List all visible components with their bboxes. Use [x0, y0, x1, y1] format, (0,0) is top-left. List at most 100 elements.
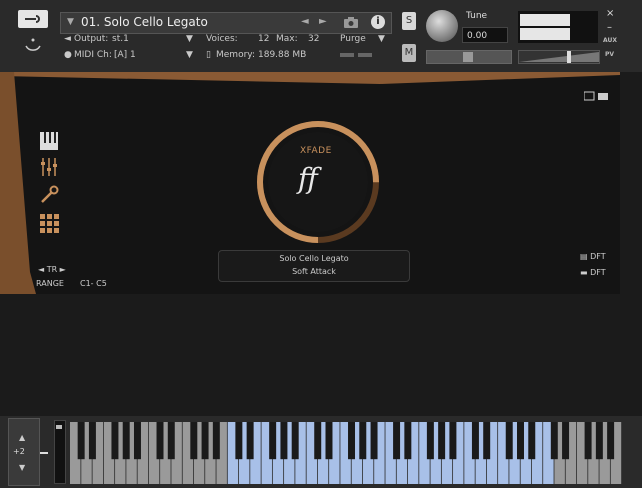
- black-key[interactable]: [505, 422, 513, 460]
- black-key[interactable]: [471, 422, 479, 460]
- black-key[interactable]: [426, 422, 434, 460]
- black-key[interactable]: [595, 422, 603, 460]
- range-value: C1- C5: [80, 279, 107, 288]
- black-key[interactable]: [133, 422, 141, 460]
- memory-value: 189.88 MB: [258, 50, 307, 60]
- purge-dropdown-icon[interactable]: ▼: [378, 34, 385, 44]
- black-key[interactable]: [370, 422, 378, 460]
- black-key[interactable]: [325, 422, 333, 460]
- dft-label-1: DFT: [590, 252, 606, 261]
- wood-trim: [0, 72, 620, 84]
- black-key[interactable]: [77, 422, 85, 460]
- save-default-button[interactable]: ▤ DFT: [580, 252, 606, 261]
- black-key[interactable]: [404, 422, 412, 460]
- keys-icon[interactable]: [38, 130, 60, 152]
- black-key[interactable]: [528, 422, 536, 460]
- view-icons[interactable]: [584, 90, 610, 102]
- black-key[interactable]: [156, 422, 164, 460]
- black-key[interactable]: [235, 422, 243, 460]
- black-key[interactable]: [562, 422, 570, 460]
- xfade-knob[interactable]: [256, 120, 380, 244]
- tune-label: Tune: [466, 11, 488, 21]
- minimize-button[interactable]: –: [607, 22, 612, 33]
- mixer-icon[interactable]: [38, 156, 60, 178]
- memory-icon: ▯: [206, 50, 211, 60]
- piano-keyboard[interactable]: [70, 422, 622, 484]
- black-key[interactable]: [359, 422, 367, 460]
- pv-button[interactable]: PV: [605, 51, 614, 58]
- purge-button[interactable]: Purge: [340, 34, 366, 44]
- max-label: Max:: [276, 34, 298, 44]
- black-key[interactable]: [201, 422, 209, 460]
- grid-icon[interactable]: [38, 212, 60, 234]
- black-key[interactable]: [393, 422, 401, 460]
- transpose-selector[interactable]: ◄ TR ►: [38, 265, 66, 274]
- prev-instrument-icon[interactable]: ◄: [301, 16, 309, 27]
- tune-value[interactable]: 0.00: [462, 27, 508, 43]
- dynamic-marking: ff: [298, 162, 318, 195]
- dft-label-2: DFT: [590, 268, 606, 277]
- mod-wheel-indicator: [40, 452, 48, 454]
- close-button[interactable]: ×: [606, 8, 614, 19]
- midi-icon: ●: [64, 50, 72, 60]
- volume-slider[interactable]: [518, 50, 600, 64]
- mute-button[interactable]: M: [402, 44, 416, 62]
- black-key[interactable]: [314, 422, 322, 460]
- next-instrument-icon[interactable]: ►: [319, 16, 327, 27]
- octave-value: +2: [13, 447, 25, 456]
- black-key[interactable]: [269, 422, 277, 460]
- black-key[interactable]: [246, 422, 254, 460]
- black-key[interactable]: [517, 422, 524, 460]
- max-value[interactable]: 32: [308, 34, 319, 44]
- black-key[interactable]: [449, 422, 457, 460]
- black-key[interactable]: [438, 422, 446, 460]
- save-icon: ▤: [580, 252, 591, 261]
- solo-button[interactable]: S: [402, 12, 416, 30]
- black-key[interactable]: [280, 422, 288, 460]
- black-key[interactable]: [483, 422, 491, 460]
- xfade-label: XFADE: [300, 146, 332, 156]
- collapse-icon[interactable]: [22, 36, 44, 58]
- octave-selector[interactable]: ▲ +2 ▼: [8, 418, 40, 486]
- black-key[interactable]: [167, 422, 175, 460]
- aux-button[interactable]: AUX: [603, 37, 617, 44]
- tune-knob[interactable]: [426, 10, 458, 42]
- midi-dropdown-icon[interactable]: ▼: [186, 50, 193, 60]
- articulation-name: Soft Attack: [292, 267, 336, 276]
- black-key[interactable]: [212, 422, 220, 460]
- title-dropdown-icon[interactable]: ▼: [67, 17, 74, 27]
- black-key[interactable]: [111, 422, 119, 460]
- octave-down-icon[interactable]: ▼: [19, 463, 25, 472]
- cpu-meter-1: [340, 53, 354, 57]
- black-key[interactable]: [122, 422, 130, 460]
- pan-slider[interactable]: [426, 50, 512, 64]
- instrument-title-bar[interactable]: ▼ 01. Solo Cello Legato ◄ ► i: [60, 12, 392, 34]
- camera-icon[interactable]: [343, 16, 359, 29]
- black-key[interactable]: [291, 422, 299, 460]
- pitch-wheel[interactable]: [54, 420, 66, 484]
- black-key[interactable]: [348, 422, 356, 460]
- output-value[interactable]: st.1: [112, 34, 129, 44]
- octave-up-icon[interactable]: ▲: [19, 433, 25, 442]
- black-key[interactable]: [550, 422, 558, 460]
- level-meter: [518, 11, 598, 43]
- black-key[interactable]: [607, 422, 615, 460]
- midi-label: MIDI Ch:: [74, 50, 112, 60]
- output-dropdown-icon[interactable]: ▼: [186, 34, 193, 44]
- info-icon[interactable]: i: [371, 15, 385, 29]
- wood-side-panel: [0, 72, 36, 294]
- midi-value[interactable]: [A] 1: [114, 50, 136, 60]
- black-key[interactable]: [584, 422, 592, 460]
- black-key[interactable]: [190, 422, 198, 460]
- black-key[interactable]: [88, 422, 96, 460]
- midi-row: ● MIDI Ch: [A] 1 ▼ ▯ Memory: 189.88 MB: [60, 49, 390, 63]
- instrument-title: 01. Solo Cello Legato: [81, 15, 208, 29]
- pan-handle[interactable]: [463, 52, 473, 62]
- cpu-meter-2: [358, 53, 372, 57]
- load-default-button[interactable]: ▬ DFT: [580, 268, 606, 277]
- wrench-button[interactable]: [18, 10, 48, 28]
- wrench-icon[interactable]: [38, 184, 60, 206]
- output-arrow-icon[interactable]: ◄: [64, 34, 71, 44]
- pitch-wheel-handle[interactable]: [56, 425, 62, 429]
- range-label: RANGE: [36, 279, 64, 288]
